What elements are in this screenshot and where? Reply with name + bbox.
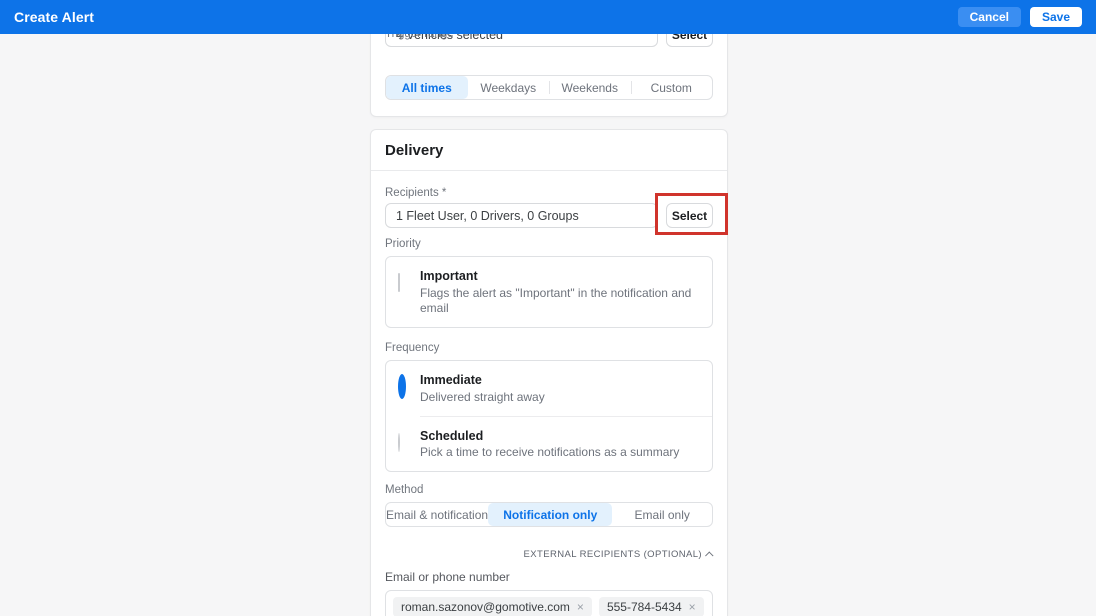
external-recipients-toggle[interactable]: EXTERNAL RECIPIENTS (OPTIONAL) bbox=[385, 549, 713, 560]
frequency-immediate-option[interactable]: Immediate Delivered straight away bbox=[386, 361, 712, 415]
delivery-title: Delivery bbox=[385, 142, 713, 159]
frequency-label: Frequency bbox=[385, 342, 713, 354]
cancel-button[interactable]: Cancel bbox=[958, 7, 1021, 27]
trigger-option-weekdays[interactable]: Weekdays bbox=[468, 76, 550, 99]
delivery-card: Delivery Recipients * 1 Fleet User, 0 Dr… bbox=[370, 129, 728, 616]
topbar: Create Alert Cancel Save bbox=[0, 0, 1096, 34]
recipient-chip-email: roman.sazonov@gomotive.com × bbox=[393, 597, 592, 616]
chip-phone-text: 555-784-5434 bbox=[607, 600, 682, 614]
trigger-option-all-times[interactable]: All times bbox=[386, 76, 468, 99]
topbar-actions: Cancel Save bbox=[958, 7, 1082, 27]
immediate-description: Delivered straight away bbox=[420, 390, 545, 406]
recipient-chip-phone: 555-784-5434 × bbox=[599, 597, 704, 616]
important-title: Important bbox=[420, 268, 700, 285]
priority-option-box: Important Flags the alert as "Important"… bbox=[385, 256, 713, 328]
email-phone-input[interactable]: roman.sazonov@gomotive.com × 555-784-543… bbox=[385, 590, 713, 616]
immediate-radio[interactable] bbox=[398, 378, 411, 405]
priority-important-option[interactable]: Important Flags the alert as "Important"… bbox=[386, 257, 712, 327]
trigger-range-segmented: All times Weekdays Weekends Custom bbox=[385, 75, 713, 100]
method-segmented: Email & notification Notification only E… bbox=[385, 502, 713, 527]
method-label: Method bbox=[385, 484, 713, 496]
priority-label: Priority bbox=[385, 238, 713, 250]
scheduled-title: Scheduled bbox=[420, 428, 679, 445]
chip-email-text: roman.sazonov@gomotive.com bbox=[401, 600, 570, 614]
recipients-select-button[interactable]: Select bbox=[666, 203, 713, 228]
chevron-up-icon bbox=[705, 551, 713, 559]
save-button[interactable]: Save bbox=[1030, 7, 1082, 27]
trigger-option-weekends[interactable]: Weekends bbox=[549, 76, 631, 99]
recipients-row: 1 Fleet User, 0 Drivers, 0 Groups Select bbox=[385, 203, 713, 228]
form-column: 4 Vehicles selected Select Trigger range… bbox=[370, 0, 728, 616]
immediate-title: Immediate bbox=[420, 372, 545, 389]
delivery-card-body: Recipients * 1 Fleet User, 0 Drivers, 0 … bbox=[371, 171, 727, 616]
frequency-scheduled-option[interactable]: Scheduled Pick a time to receive notific… bbox=[420, 416, 712, 471]
chip-email-remove-icon[interactable]: × bbox=[577, 601, 584, 613]
recipients-label: Recipients * bbox=[385, 187, 713, 199]
trigger-option-custom[interactable]: Custom bbox=[631, 76, 713, 99]
recipients-input[interactable]: 1 Fleet User, 0 Drivers, 0 Groups bbox=[385, 203, 658, 228]
page-title: Create Alert bbox=[14, 9, 94, 25]
delivery-card-header: Delivery bbox=[371, 130, 727, 171]
method-option-email-notification[interactable]: Email & notification bbox=[386, 503, 488, 526]
chip-phone-remove-icon[interactable]: × bbox=[689, 601, 696, 613]
external-recipients-header-text: EXTERNAL RECIPIENTS (OPTIONAL) bbox=[524, 549, 702, 560]
frequency-option-box: Immediate Delivered straight away Schedu… bbox=[385, 360, 713, 472]
important-checkbox[interactable] bbox=[398, 274, 411, 317]
scheduled-radio[interactable] bbox=[398, 434, 411, 461]
important-description: Flags the alert as "Important" in the no… bbox=[420, 286, 700, 317]
method-option-email-only[interactable]: Email only bbox=[612, 503, 712, 526]
email-phone-label: Email or phone number bbox=[385, 570, 713, 584]
scheduled-description: Pick a time to receive notifications as … bbox=[420, 445, 679, 461]
method-option-notification-only[interactable]: Notification only bbox=[488, 503, 612, 526]
